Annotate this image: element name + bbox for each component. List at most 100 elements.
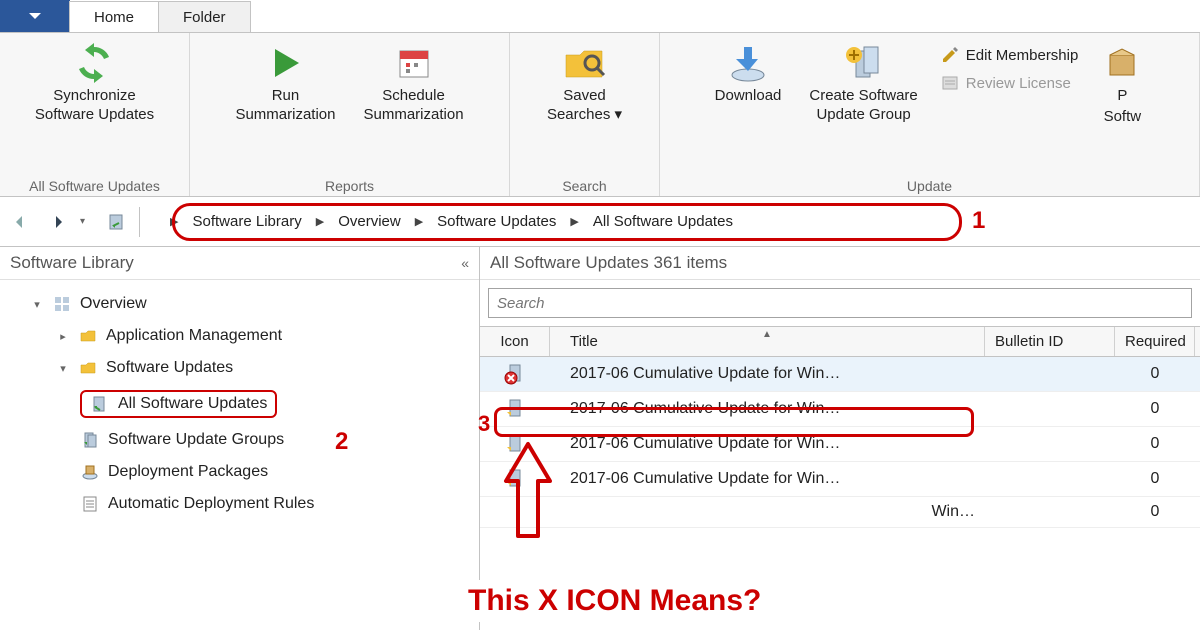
nav-back-button[interactable] <box>4 206 36 238</box>
nav-forward-button[interactable] <box>42 206 74 238</box>
row-title: 2017-06 Cumulative Update for Win… <box>550 429 985 459</box>
ribbon-group-update-label: Update <box>907 176 952 194</box>
sidebar-title: Software Library <box>10 253 134 273</box>
app-menu-button[interactable] <box>0 0 70 32</box>
run-summarization-label: Run Summarization <box>235 87 335 125</box>
tab-home[interactable]: Home <box>69 1 159 32</box>
row-icon-cell <box>480 462 550 496</box>
tree-item-software-updates[interactable]: ▾ Software Updates <box>0 352 479 384</box>
row-required: 0 <box>1115 394 1195 424</box>
row-icon-cell <box>480 506 550 518</box>
table-row[interactable]: Win… 0 <box>480 497 1200 528</box>
column-header-title[interactable]: Title ▲ <box>550 327 985 356</box>
tree-item-update-groups[interactable]: Software Update Groups <box>0 424 479 456</box>
chevron-down-icon: ▾ <box>56 362 70 375</box>
download-icon <box>726 41 770 85</box>
tree-item-deployment-packages[interactable]: Deployment Packages <box>0 456 479 488</box>
breadcrumb-item[interactable]: Overview <box>338 213 401 230</box>
cutoff-button[interactable]: P Softw <box>1094 37 1150 131</box>
table-row[interactable]: 2017-06 Cumulative Update for Win… 0 <box>480 357 1200 392</box>
update-x-icon <box>504 363 526 385</box>
review-license-button[interactable]: Review License <box>940 73 1079 93</box>
sidebar: Software Library « ▾ Overview ▸ Applicat… <box>0 247 480 630</box>
chevron-right-icon: ▶ <box>316 215 324 228</box>
synchronize-button[interactable]: Synchronize Software Updates <box>29 37 160 129</box>
chevron-right-icon: ▶ <box>415 215 423 228</box>
package-icon <box>1100 41 1144 85</box>
row-bulletin <box>985 438 1115 450</box>
breadcrumb-item[interactable]: Software Updates <box>437 213 556 230</box>
row-required: 0 <box>1115 497 1195 527</box>
row-bulletin <box>985 403 1115 415</box>
cutoff-label-1: P <box>1117 87 1127 106</box>
run-summarization-button[interactable]: Run Summarization <box>229 37 341 129</box>
sidebar-title-row: Software Library « <box>0 247 479 280</box>
tree-label: Automatic Deployment Rules <box>108 495 314 513</box>
pencil-icon <box>940 45 960 65</box>
calendar-icon <box>392 41 436 85</box>
chevron-right-icon: ▶ <box>170 215 178 228</box>
ribbon-group-reports-label: Reports <box>325 176 374 194</box>
title-tabs: Home Folder <box>0 0 1200 32</box>
download-label: Download <box>715 87 782 106</box>
schedule-summarization-button[interactable]: Schedule Summarization <box>358 37 470 129</box>
schedule-summarization-label: Schedule Summarization <box>364 87 464 125</box>
rules-icon <box>80 494 100 514</box>
arrow-right-icon <box>48 212 68 232</box>
update-icon <box>504 468 526 490</box>
update-icon <box>504 398 526 420</box>
tree-item-app-mgmt[interactable]: ▸ Application Management <box>0 320 479 352</box>
search-input[interactable] <box>488 288 1192 318</box>
grid-header: Icon Title ▲ Bulletin ID Required <box>480 326 1200 357</box>
download-button[interactable]: Download <box>709 37 788 110</box>
row-required: 0 <box>1115 464 1195 494</box>
saved-searches-label: Saved Searches ▾ <box>547 87 622 125</box>
body: Software Library « ▾ Overview ▸ Applicat… <box>0 247 1200 630</box>
row-title: 2017-06 Cumulative Update for Win… <box>550 394 985 424</box>
tab-folder[interactable]: Folder <box>158 1 251 32</box>
nav-dropdown-icon[interactable]: ▾ <box>80 216 85 227</box>
review-license-label: Review License <box>966 75 1071 92</box>
chevron-right-icon: ▸ <box>56 330 70 343</box>
create-group-button[interactable]: Create Software Update Group <box>803 37 923 129</box>
chevron-right-icon: ▶ <box>570 215 578 228</box>
package-icon <box>80 462 100 482</box>
row-icon-cell <box>480 392 550 426</box>
update-icon <box>504 433 526 455</box>
column-header-required[interactable]: Required <box>1115 327 1195 356</box>
synchronize-label: Synchronize Software Updates <box>35 87 154 125</box>
folder-search-icon <box>562 41 606 85</box>
tree-label: Application Management <box>106 327 282 345</box>
row-bulletin <box>985 506 1115 518</box>
row-icon-cell <box>480 357 550 391</box>
collapse-icon[interactable]: « <box>461 255 469 271</box>
sync-icon <box>72 41 116 85</box>
nav-tree: ▾ Overview ▸ Application Management ▾ So… <box>0 280 479 528</box>
row-bulletin <box>985 368 1115 380</box>
table-row[interactable]: 2017-06 Cumulative Update for Win… 0 <box>480 462 1200 497</box>
edit-membership-button[interactable]: Edit Membership <box>940 45 1079 65</box>
chevron-down-icon <box>28 11 42 21</box>
content-header: All Software Updates 361 items <box>480 247 1200 280</box>
table-row[interactable]: 2017-06 Cumulative Update for Win… 0 <box>480 427 1200 462</box>
arrow-left-icon <box>10 212 30 232</box>
tree-item-all-software-updates[interactable]: All Software Updates <box>0 384 479 424</box>
table-row[interactable]: 2017-06 Cumulative Update for Win… 0 <box>480 392 1200 427</box>
update-groups-icon <box>80 430 100 450</box>
column-header-bulletin[interactable]: Bulletin ID <box>985 327 1115 356</box>
chevron-down-icon: ▾ <box>30 298 44 311</box>
tree-item-auto-deploy-rules[interactable]: Automatic Deployment Rules <box>0 488 479 520</box>
saved-searches-button[interactable]: Saved Searches ▾ <box>541 37 628 129</box>
breadcrumb-item[interactable]: Software Library <box>193 213 302 230</box>
column-header-icon[interactable]: Icon <box>480 327 550 356</box>
breadcrumb: ▶ Software Library ▶ Overview ▶ Software… <box>152 209 751 234</box>
breadcrumb-item[interactable]: All Software Updates <box>593 213 733 230</box>
content-header-count: 361 items <box>653 253 727 272</box>
content-pane: All Software Updates 361 items Icon Titl… <box>480 247 1200 630</box>
row-title: 2017-06 Cumulative Update for Win… <box>550 359 985 389</box>
tree-item-overview[interactable]: ▾ Overview <box>0 288 479 320</box>
nav-row: ▾ ▶ Software Library ▶ Overview ▶ Softwa… <box>0 197 1200 247</box>
tree-label: Deployment Packages <box>108 463 268 481</box>
grid-body: 2017-06 Cumulative Update for Win… 0 201… <box>480 357 1200 528</box>
sort-ascending-icon: ▲ <box>762 329 772 340</box>
